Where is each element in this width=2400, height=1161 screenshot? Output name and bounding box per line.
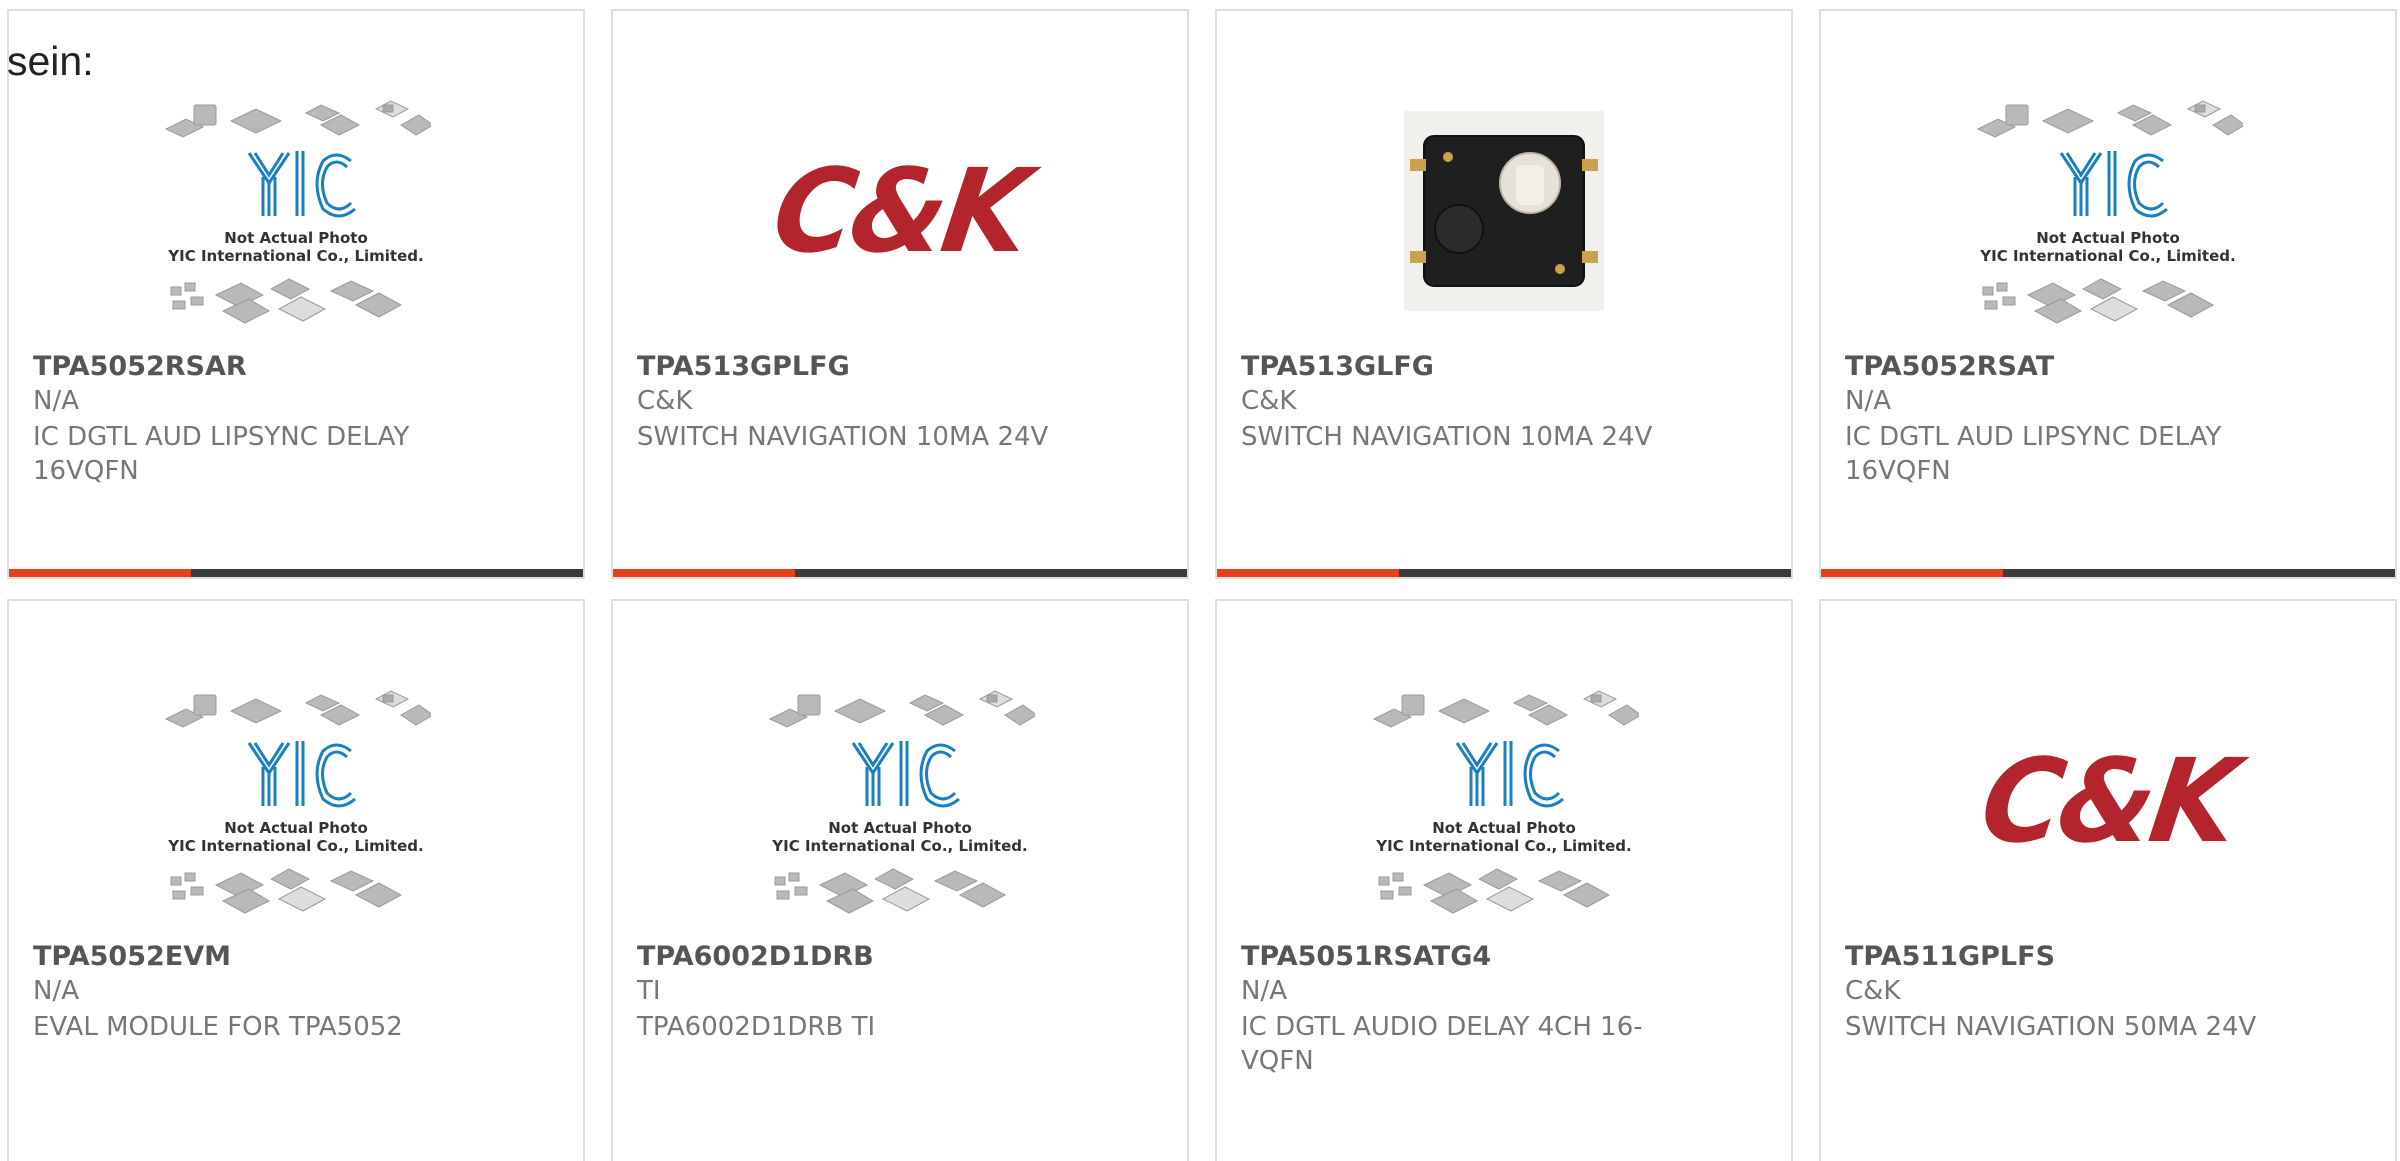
product-part-number[interactable]: TPA5052EVM (33, 941, 231, 972)
svg-text:Not Actual Photo: Not Actual Photo (224, 229, 368, 247)
card-accent-bar (1217, 569, 1399, 577)
product-card[interactable]: Not Actual Photo YIC International Co., … (611, 599, 1189, 1161)
product-manufacturer: N/A (33, 386, 79, 416)
product-image[interactable]: Not Actual Photo YIC International Co., … (613, 661, 1187, 941)
product-manufacturer: C&K (1845, 976, 1901, 1006)
card-accent-bar (1821, 569, 2003, 577)
product-image[interactable]: C&K (613, 71, 1187, 351)
yic-placeholder-icon: Not Actual Photo YIC International Co., … (1372, 690, 1639, 914)
product-description: SWITCH NAVIGATION 10MA 24V (1241, 422, 1653, 452)
card-divider-bar (1821, 569, 2395, 577)
product-grid-page: sein: Not Actual Photo YIC International… (0, 0, 2400, 1161)
product-part-number[interactable]: TPA6002D1DRB (637, 941, 874, 972)
product-manufacturer: N/A (1845, 386, 1891, 416)
svg-text:YIC International Co., Limited: YIC International Co., Limited. (1979, 247, 2235, 265)
product-card[interactable]: C&K TPA513GPLFG C&K SWITCH NAVIGATION 10… (611, 9, 1189, 579)
yic-placeholder-icon: Not Actual Photo YIC International Co., … (164, 100, 431, 324)
yic-placeholder-icon: Not Actual Photo YIC International Co., … (1976, 100, 2243, 324)
svg-text:Not Actual Photo: Not Actual Photo (1432, 819, 1576, 837)
product-image[interactable]: Not Actual Photo YIC International Co., … (1821, 71, 2395, 351)
svg-text:Not Actual Photo: Not Actual Photo (2036, 229, 2180, 247)
product-image[interactable]: C&K (1821, 661, 2395, 941)
product-card[interactable]: TPA513GLFG C&K SWITCH NAVIGATION 10MA 24… (1215, 9, 1793, 579)
product-manufacturer: TI (637, 976, 661, 1006)
product-description: SWITCH NAVIGATION 10MA 24V (637, 422, 1049, 452)
intro-text: sein: (7, 38, 94, 84)
product-description: SWITCH NAVIGATION 50MA 24V (1845, 1012, 2257, 1042)
product-card[interactable]: Not Actual Photo YIC International Co., … (1819, 9, 2397, 579)
card-divider-bar (9, 569, 583, 577)
product-image[interactable]: Not Actual Photo YIC International Co., … (1217, 661, 1791, 941)
svg-text:YIC International Co., Limited: YIC International Co., Limited. (771, 837, 1027, 855)
product-part-number[interactable]: TPA5052RSAR (33, 351, 247, 382)
product-manufacturer: C&K (637, 386, 693, 416)
ck-logo-icon: C&K (1973, 733, 2243, 869)
product-description: IC DGTL AUD LIPSYNC DELAY 16VQFN (33, 422, 410, 486)
product-description: IC DGTL AUD LIPSYNC DELAY 16VQFN (1845, 422, 2222, 486)
product-part-number[interactable]: TPA513GPLFG (637, 351, 850, 382)
product-part-number[interactable]: TPA5051RSATG4 (1241, 941, 1491, 972)
product-part-number[interactable]: TPA511GPLFS (1845, 941, 2055, 972)
card-divider-bar (613, 569, 1187, 577)
ck-logo-icon: C&K (765, 143, 1035, 279)
product-card[interactable]: Not Actual Photo YIC International Co., … (7, 9, 585, 579)
product-card[interactable]: C&K TPA511GPLFS C&K SWITCH NAVIGATION 50… (1819, 599, 2397, 1161)
switch-photo (1404, 111, 1604, 311)
yic-placeholder-icon: Not Actual Photo YIC International Co., … (768, 690, 1035, 914)
navigation-switch-icon (1410, 135, 1598, 287)
product-manufacturer: C&K (1241, 386, 1297, 416)
svg-text:YIC International Co., Limited: YIC International Co., Limited. (167, 837, 423, 855)
product-description: TPA6002D1DRB TI (637, 1012, 876, 1042)
card-accent-bar (9, 569, 191, 577)
product-manufacturer: N/A (33, 976, 79, 1006)
yic-placeholder-icon: Not Actual Photo YIC International Co., … (164, 690, 431, 914)
card-divider-bar (1217, 569, 1791, 577)
product-description: IC DGTL AUDIO DELAY 4CH 16-VQFN (1241, 1012, 1643, 1076)
product-card[interactable]: Not Actual Photo YIC International Co., … (1215, 599, 1793, 1161)
card-accent-bar (613, 569, 795, 577)
svg-text:Not Actual Photo: Not Actual Photo (828, 819, 972, 837)
product-image[interactable]: Not Actual Photo YIC International Co., … (9, 71, 583, 351)
product-part-number[interactable]: TPA513GLFG (1241, 351, 1434, 382)
product-card[interactable]: Not Actual Photo YIC International Co., … (7, 599, 585, 1161)
svg-text:Not Actual Photo: Not Actual Photo (224, 819, 368, 837)
product-manufacturer: N/A (1241, 976, 1287, 1006)
svg-text:YIC International Co., Limited: YIC International Co., Limited. (167, 247, 423, 265)
svg-text:YIC International Co., Limited: YIC International Co., Limited. (1375, 837, 1631, 855)
product-image[interactable]: Not Actual Photo YIC International Co., … (9, 661, 583, 941)
product-image[interactable] (1217, 71, 1791, 351)
product-description: EVAL MODULE FOR TPA5052 (33, 1012, 403, 1042)
product-part-number[interactable]: TPA5052RSAT (1845, 351, 2054, 382)
